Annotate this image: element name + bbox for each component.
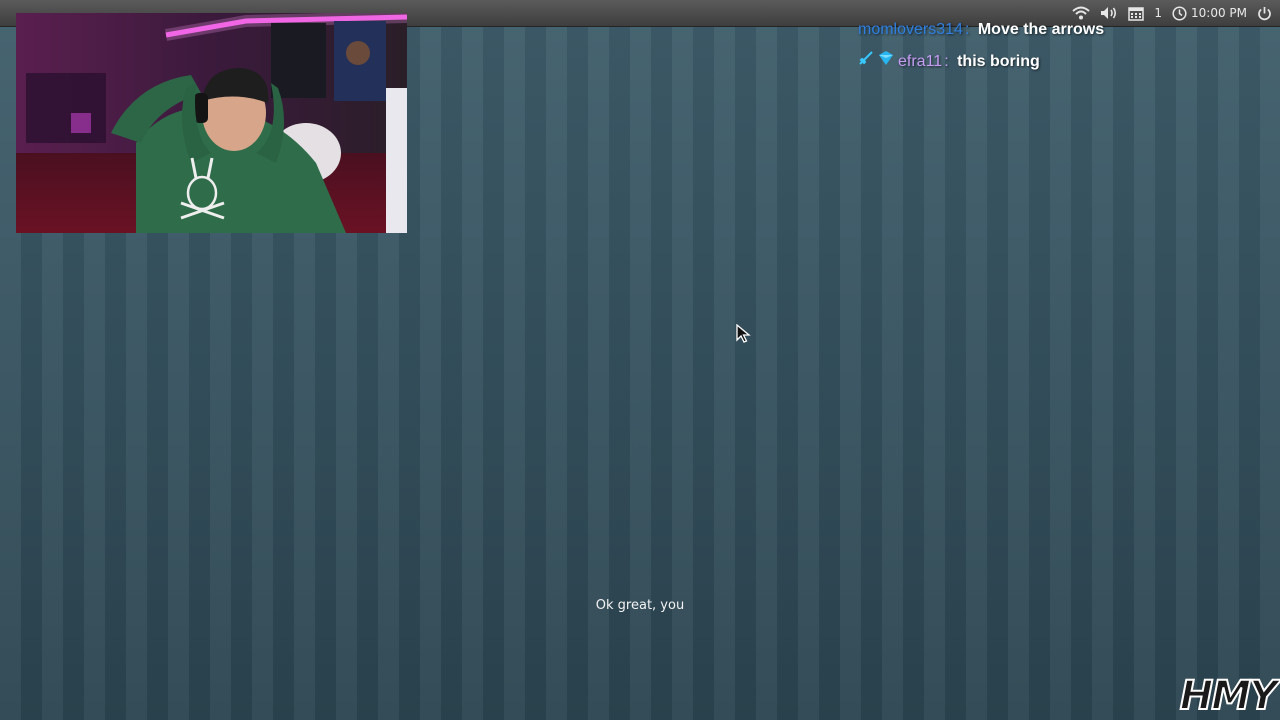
clock-icon bbox=[1172, 5, 1187, 21]
channel-watermark-logo: HMY bbox=[1179, 673, 1279, 719]
stream-chat-overlay: momlovers314: Move the arrows efra11: th… bbox=[858, 14, 1158, 78]
subtitle-caption: Ok great, you bbox=[595, 598, 685, 613]
sword-badge-icon bbox=[858, 50, 874, 74]
webcam-feed-image bbox=[16, 13, 407, 233]
chat-username: momlovers314 bbox=[858, 21, 963, 38]
chat-message: efra11: this boring bbox=[858, 46, 1158, 78]
clock-time: 10:00 PM bbox=[1191, 6, 1247, 20]
chat-separator: : bbox=[944, 53, 949, 70]
chat-separator: : bbox=[964, 21, 970, 38]
chat-text: this boring bbox=[957, 53, 1040, 70]
diamond-badge-icon bbox=[878, 50, 894, 74]
power-icon[interactable] bbox=[1257, 6, 1272, 21]
chat-username: efra11 bbox=[898, 53, 943, 70]
webcam-overlay bbox=[16, 13, 407, 233]
clock[interactable]: 10:00 PM bbox=[1172, 5, 1247, 21]
chat-message: momlovers314: Move the arrows bbox=[858, 14, 1158, 46]
mouse-cursor-icon bbox=[736, 323, 752, 348]
chat-text: Move the arrows bbox=[977, 21, 1105, 38]
